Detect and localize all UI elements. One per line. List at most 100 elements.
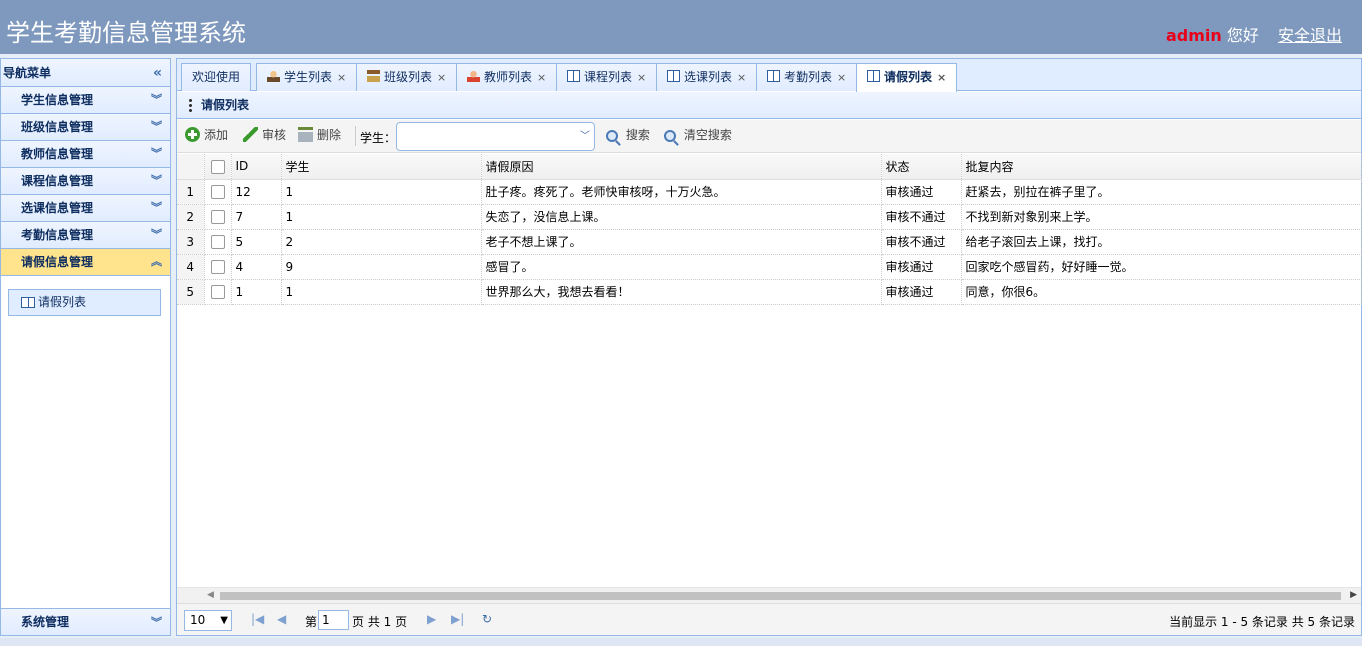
cell-student: 1 [281, 179, 482, 205]
add-icon [185, 127, 200, 142]
cell-status: 审核不通过 [881, 204, 962, 230]
menu-label: 学生信息管理 [21, 93, 94, 107]
sidebar-item-leave-list[interactable]: 请假列表 [8, 289, 161, 316]
tab-welcome[interactable]: 欢迎使用 [181, 63, 252, 91]
tab-class-list[interactable]: 班级列表 × [356, 63, 458, 91]
close-icon[interactable]: × [437, 71, 446, 84]
delete-button[interactable]: 删除 [298, 124, 341, 146]
page-size-value: 10 [190, 613, 206, 627]
page-number-input[interactable]: 1 [318, 610, 349, 630]
sidebar: 导航菜单 « 学生信息管理 ︾ 班级信息管理 ︾ 教师信息管理 ︾ 课程信息管理 ︾ 选… [0, 58, 171, 636]
checkbox[interactable] [210, 159, 225, 174]
cell-reason: 老子不想上课了。 [481, 229, 882, 255]
menu-selection[interactable]: 选课信息管理 ︾ [1, 195, 170, 222]
checkbox[interactable] [210, 234, 225, 249]
tab-course-list[interactable]: 课程列表 × [556, 63, 658, 91]
tab-teacher-list[interactable]: 教师列表 × [456, 63, 558, 91]
teacher-icon [467, 70, 480, 82]
chevron-down-icon: ▼ [220, 615, 228, 626]
student-filter-label: 学生： [360, 131, 397, 145]
close-icon[interactable]: × [837, 71, 846, 84]
table-row[interactable]: 1 12 1 肚子疼。疼死了。老师快审核呀，十万火急。 审核通过 赶紧去，别拉在… [177, 179, 1362, 205]
chevron-up-icon: ︽ [151, 255, 162, 268]
cell-status: 审核不通过 [881, 229, 962, 255]
last-page-icon[interactable]: ▶| [451, 612, 464, 626]
cell-student: 1 [281, 204, 482, 230]
row-checkbox[interactable] [204, 229, 232, 255]
column-header-status[interactable]: 状态 [881, 154, 962, 180]
add-button[interactable]: 添加 [185, 124, 228, 146]
checkbox[interactable] [210, 259, 225, 274]
tab-label: 欢迎使用 [192, 70, 241, 84]
column-header-id[interactable]: ID [231, 154, 282, 180]
column-header-student[interactable]: 学生 [281, 154, 482, 180]
next-page-icon[interactable]: ▶ [427, 612, 436, 626]
table-row[interactable]: 4 4 9 感冒了。 审核通过 回家吃个感冒药，好好睡一觉。 [177, 254, 1362, 280]
close-icon[interactable]: × [937, 71, 946, 84]
username: admin [1165, 26, 1222, 45]
table-row[interactable]: 5 1 1 世界那么大，我想去看看！ 审核通过 同意，你很6。 [177, 279, 1362, 305]
row-number: 5 [177, 279, 205, 305]
menu-course[interactable]: 课程信息管理 ︾ [1, 168, 170, 195]
chevron-down-icon: ︾ [151, 201, 162, 214]
audit-label: 审核 [262, 128, 287, 142]
chevron-down-icon[interactable]: ﹀ [576, 123, 594, 150]
menu-attendance[interactable]: 考勤信息管理 ︾ [1, 222, 170, 249]
table-row[interactable]: 2 7 1 失恋了，没信息上课。 审核不通过 不找到新对象别来上学。 [177, 204, 1362, 230]
close-icon[interactable]: × [337, 71, 346, 84]
cell-status: 审核通过 [881, 179, 962, 205]
search-button[interactable]: 搜索 [606, 124, 650, 146]
scrollbar-thumb[interactable] [220, 592, 1341, 600]
menu-system[interactable]: 系统管理 ︾ [1, 608, 170, 635]
close-icon[interactable]: × [737, 71, 746, 84]
search-label: 搜索 [625, 128, 650, 142]
row-checkbox[interactable] [204, 179, 232, 205]
column-header-reason[interactable]: 请假原因 [481, 154, 882, 180]
menu-student[interactable]: 学生信息管理 ︾ [1, 87, 170, 114]
prev-page-icon[interactable]: ◀ [277, 612, 286, 626]
select-all-checkbox[interactable] [204, 154, 232, 180]
book-icon [767, 70, 780, 82]
cell-reply: 回家吃个感冒药，好好睡一觉。 [961, 254, 1362, 280]
collapse-left-icon[interactable]: « [153, 59, 162, 87]
row-number: 3 [177, 229, 205, 255]
close-icon[interactable]: × [537, 71, 546, 84]
refresh-icon[interactable]: ↻ [482, 612, 492, 626]
student-select[interactable]: ﹀ [396, 122, 595, 151]
menu-label: 课程信息管理 [21, 174, 94, 188]
table-row[interactable]: 3 5 2 老子不想上课了。 审核不通过 给老子滚回去上课，找打。 [177, 229, 1362, 255]
sidebar-item-label: 请假列表 [38, 295, 87, 309]
pagination-bar: 10 ▼ |◀ ◀ 第 1 页 共 1 页 ▶ ▶| ↻ 当前显示 1 - 5 条… [177, 603, 1361, 635]
checkbox[interactable] [210, 184, 225, 199]
tab-attendance-list[interactable]: 考勤列表 × [756, 63, 858, 91]
greeting: 您好 [1226, 26, 1259, 45]
column-header-reply[interactable]: 批复内容 [961, 154, 1362, 180]
search-icon [664, 130, 676, 142]
first-page-icon[interactable]: |◀ [251, 612, 264, 626]
tab-leave-list[interactable]: 请假列表 × [856, 63, 958, 92]
page-size-select[interactable]: 10 ▼ [184, 610, 232, 631]
logout-link[interactable]: 安全退出 [1278, 26, 1342, 45]
cell-id: 7 [231, 204, 282, 230]
leave-grid: ID 学生 请假原因 状态 批复内容 1 12 1 肚子疼。疼死了。老师快审核呀… [177, 154, 1362, 305]
menu-teacher[interactable]: 教师信息管理 ︾ [1, 141, 170, 168]
scroll-right-icon[interactable]: ▶ [1350, 590, 1357, 600]
row-checkbox[interactable] [204, 279, 232, 305]
tab-selection-list[interactable]: 选课列表 × [656, 63, 758, 91]
checkbox[interactable] [210, 284, 225, 299]
tab-label: 考勤列表 [784, 70, 833, 84]
menu-class[interactable]: 班级信息管理 ︾ [1, 114, 170, 141]
tab-label: 学生列表 [284, 70, 333, 84]
audit-button[interactable]: 审核 [243, 124, 286, 146]
row-checkbox[interactable] [204, 204, 232, 230]
checkbox[interactable] [210, 209, 225, 224]
row-checkbox[interactable] [204, 254, 232, 280]
horizontal-scrollbar[interactable]: ◀ ▶ [177, 587, 1361, 603]
clear-search-button[interactable]: 清空搜索 [664, 124, 732, 146]
cell-status: 审核通过 [881, 254, 962, 280]
tab-student-list[interactable]: 学生列表 × [256, 63, 358, 91]
menu-leave[interactable]: 请假信息管理 ︽ [1, 249, 170, 276]
sidebar-title-label: 导航菜单 [3, 66, 52, 80]
close-icon[interactable]: × [637, 71, 646, 84]
scroll-left-icon[interactable]: ◀ [207, 590, 214, 600]
